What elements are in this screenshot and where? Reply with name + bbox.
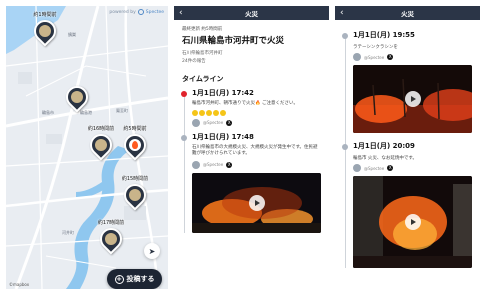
avatar	[353, 53, 361, 61]
back-button[interactable]: ‹	[179, 6, 183, 20]
marker-time-label: 約17時間前	[97, 220, 125, 226]
entry-source: @Spectee	[364, 165, 385, 171]
post-button[interactable]: + 投稿する	[107, 269, 162, 289]
plus-icon: +	[114, 274, 124, 284]
map-panel[interactable]: powered by Spectee 鵠巣 輪島市 輪島港 河井町 鳳至町 約1…	[6, 6, 168, 289]
x-logo-icon: X	[226, 161, 233, 168]
entry-meta: @Spectee X	[353, 53, 472, 61]
entry-time: 1月1日(月) 17:42	[192, 89, 254, 97]
timeline-dot-icon	[181, 134, 187, 141]
timeline-dot-icon	[342, 33, 348, 39]
entry-source: @Spectee	[364, 54, 385, 60]
map-marker[interactable]: 約1時間前	[29, 12, 61, 47]
last-updated: 最終更新 約5時間前	[182, 27, 223, 32]
header-title: 火災	[245, 10, 258, 18]
timeline: 1月1日(月) 17:42 輪島市河井町、朝市通りで火災🔥 ご注意ください。 @…	[181, 88, 321, 233]
x-logo-icon: X	[387, 54, 394, 60]
timeline-entry[interactable]: 1月1日(月) 19:55 ラテーシンクラシンを @Spectee X	[342, 30, 472, 133]
powered-by-brand: Spectee	[145, 9, 164, 15]
post-button-label: 投稿する	[126, 275, 155, 283]
navigation-arrow-icon: ➤	[148, 246, 156, 256]
event-location: 石川県輪島市河井町	[182, 51, 223, 56]
map-place-label: 輪島市	[42, 110, 54, 115]
entry-meta: @Spectee X	[192, 118, 321, 127]
map-place-label: 河井町	[62, 230, 74, 235]
marker-time-label: 約16時間前	[87, 126, 115, 132]
play-icon[interactable]	[404, 214, 421, 230]
map-marker-fire[interactable]: 約5時間前	[119, 126, 151, 161]
event-pin-icon	[85, 129, 117, 161]
play-icon[interactable]	[404, 91, 421, 107]
entry-time: 1月1日(月) 17:48	[192, 132, 254, 141]
map-marker[interactable]	[61, 81, 93, 113]
avatar	[192, 118, 200, 127]
timeline: 1月1日(月) 19:55 ラテーシンクラシンを @Spectee X 1月1日…	[342, 30, 472, 268]
chevron-left-icon: ‹	[340, 8, 344, 18]
back-button[interactable]: ‹	[340, 6, 344, 20]
entry-body: 輪島市 火災、なお延焼中です。	[353, 156, 417, 161]
header-title: 火災	[401, 10, 414, 18]
map-place-label: 鳳至町	[116, 108, 128, 113]
fire-video-thumbnail[interactable]	[353, 176, 472, 268]
entry-body: ラテーシンクラシンを	[353, 45, 398, 50]
map-attribution: ©mapbox	[9, 282, 30, 287]
reaction-icon	[199, 109, 205, 116]
event-pin-icon	[95, 223, 127, 255]
entry-source: @Spectee	[203, 120, 224, 125]
entry-meta: @Spectee X	[353, 164, 472, 172]
timeline-heading: タイムライン	[182, 75, 224, 83]
map-place-label: 鵠巣	[68, 32, 76, 37]
powered-by-label: powered by	[109, 9, 136, 15]
entry-source: @Spectee	[203, 162, 224, 167]
reaction-icon	[213, 109, 219, 116]
event-pin-icon	[61, 81, 93, 113]
timeline-entry[interactable]: 1月1日(月) 17:48 石川県輪島市の大規模火災、大規模火災が発生中です。住…	[181, 132, 321, 233]
avatar	[192, 160, 200, 169]
entry-time: 1月1日(月) 19:55	[353, 31, 415, 39]
timeline-panel: ‹ 火災 1月1日(月) 19:55 ラテーシンクラシンを @Spectee X	[335, 6, 480, 289]
play-icon[interactable]	[248, 194, 265, 211]
reaction-icon	[192, 109, 198, 116]
entry-meta: @Spectee X	[192, 160, 321, 169]
chevron-left-icon: ‹	[179, 8, 183, 18]
timeline-dot-icon	[342, 144, 348, 150]
timeline-entry[interactable]: 1月1日(月) 20:09 輪島市 火災、なお延焼中です。 @Spectee X	[342, 141, 472, 268]
header-bar: ‹ 火災	[335, 6, 480, 20]
fire-pin-icon	[119, 129, 151, 161]
powered-by-badge: powered by Spectee	[109, 9, 164, 15]
reactions-row	[192, 109, 321, 116]
header-bar: ‹ 火災	[174, 6, 329, 20]
x-logo-icon: X	[226, 119, 233, 126]
report-count: 24件の報告	[182, 59, 206, 64]
reaction-icon	[220, 109, 226, 116]
map-place-label: 輪島港	[80, 110, 92, 115]
event-pin-icon	[29, 15, 61, 47]
entry-time: 1月1日(月) 20:09	[353, 142, 415, 150]
fire-video-thumbnail[interactable]	[353, 65, 472, 133]
marker-time-label: 約15時間前	[121, 176, 149, 182]
timeline-dot-icon	[181, 91, 187, 97]
map-marker[interactable]: 約17時間前	[95, 220, 127, 255]
map-marker[interactable]: 約15時間前	[119, 176, 151, 211]
event-detail-panel: ‹ 火災 最終更新 約5時間前 石川県輪島市河井町で火災 石川県輪島市河井町 2…	[174, 6, 329, 289]
entry-body: 輪島市河井町、朝市通りで火災🔥 ご注意ください。	[192, 101, 299, 106]
marker-time-label: 約1時間前	[33, 12, 57, 18]
map-marker[interactable]: 約16時間前	[85, 126, 117, 161]
fire-video-thumbnail[interactable]	[192, 172, 321, 233]
avatar	[353, 164, 361, 172]
current-location-button[interactable]: ➤	[144, 243, 160, 259]
x-logo-icon: X	[387, 165, 394, 171]
reaction-icon	[206, 109, 212, 116]
event-title: 石川県輪島市河井町で火災	[182, 36, 285, 46]
event-pin-icon	[119, 179, 151, 211]
marker-time-label: 約5時間前	[123, 126, 147, 132]
entry-body: 石川県輪島市の大規模火災、大規模火災が発生中です。住民避難が呼びかけられています…	[192, 144, 318, 157]
brand-logo-icon	[137, 9, 144, 15]
timeline-entry[interactable]: 1月1日(月) 17:42 輪島市河井町、朝市通りで火災🔥 ご注意ください。 @…	[181, 88, 321, 127]
